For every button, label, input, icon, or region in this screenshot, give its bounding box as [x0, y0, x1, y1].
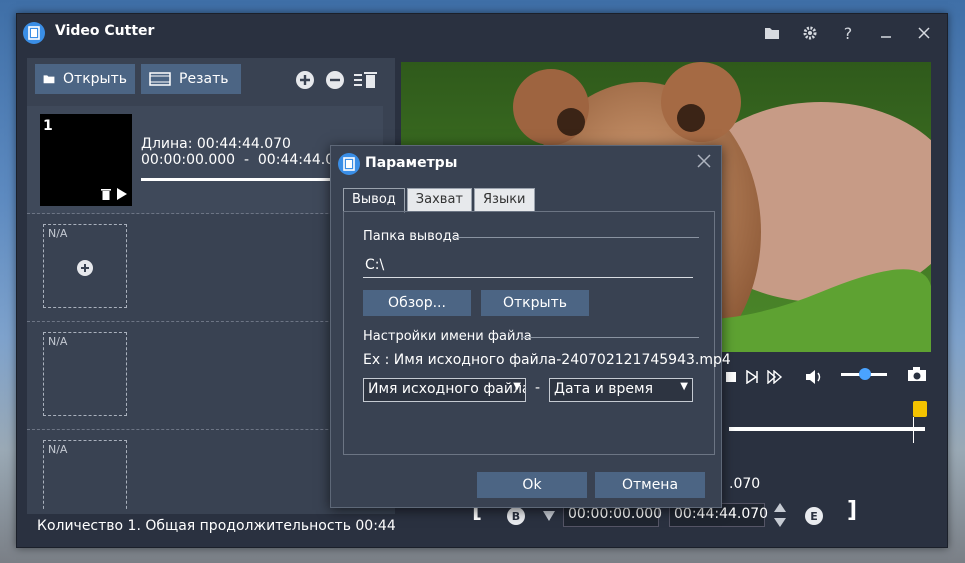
name-part2-select[interactable]: Дата и время ▼ [549, 378, 693, 402]
tab-capture[interactable]: Захват [406, 188, 472, 212]
volume-slider-knob[interactable] [859, 368, 871, 380]
timeline-marker[interactable] [913, 401, 927, 417]
empty-clip-slot[interactable]: N/A [43, 332, 127, 416]
gear-icon[interactable] [797, 20, 823, 46]
trash-icon[interactable] [101, 188, 111, 203]
start-badge-icon[interactable]: B [507, 507, 525, 525]
browse-button[interactable]: Обзор... [363, 290, 471, 316]
dialog-logo-icon [338, 153, 360, 175]
empty-slot-label: N/A [48, 335, 68, 348]
end-badge-icon[interactable]: E [805, 507, 823, 525]
cancel-button[interactable]: Отмена [595, 472, 705, 498]
clip-number: 1 [43, 118, 53, 134]
status-bar: Количество 1. Общая продолжительность 00… [37, 518, 395, 534]
chevron-down-icon: ▼ [680, 381, 688, 392]
close-icon[interactable] [911, 20, 937, 46]
clip-info: Длина: 00:44:44.070 00:00:00.000 - 00:44… [141, 136, 352, 168]
filename-example: Ex : Имя исходного файла-240702121745943… [363, 352, 731, 368]
clear-list-icon[interactable] [353, 70, 379, 90]
empty-slot-label: N/A [48, 443, 68, 456]
set-end-bracket[interactable]: ] [847, 498, 857, 523]
stop-icon[interactable] [725, 371, 737, 383]
player-controls [725, 365, 825, 389]
ok-button[interactable]: Ok [477, 472, 587, 498]
minimize-icon[interactable] [873, 20, 899, 46]
title-bar: Video Cutter ? [17, 14, 947, 52]
help-icon[interactable]: ? [835, 20, 861, 46]
open-button-label: Открыть [63, 71, 127, 87]
tab-languages[interactable]: Языки [474, 188, 535, 212]
tab-output[interactable]: Вывод [343, 188, 405, 213]
add-icon[interactable] [76, 259, 94, 277]
chevron-down-icon: ▼ [513, 381, 521, 392]
empty-slot-label: N/A [48, 227, 68, 240]
open-button[interactable]: Открыть [35, 64, 135, 94]
name-part2-value: Дата и время [554, 381, 653, 397]
clip-thumbnail[interactable]: 1 [40, 114, 132, 206]
output-folder-label: Папка вывода [363, 229, 460, 244]
cut-button-label: Резать [179, 71, 229, 87]
timeline-marker-line [913, 417, 914, 443]
name-part1-value: Имя исходного файла [368, 381, 526, 397]
remove-clip-icon[interactable] [325, 70, 345, 90]
skip-forward-icon[interactable] [767, 370, 783, 384]
dialog-title: Параметры [365, 155, 458, 171]
section-divider [453, 237, 699, 238]
play-icon[interactable] [117, 188, 127, 203]
filename-settings-label: Настройки имени файла [363, 329, 532, 344]
clip-duration: Длина: 00:44:44.070 [141, 136, 291, 152]
timeline-bar[interactable] [729, 427, 925, 431]
start-stepper-icon[interactable] [542, 510, 556, 522]
clip-range: 00:00:00.000 - 00:44:44.070 [141, 152, 352, 168]
film-icon [149, 72, 171, 86]
cut-button[interactable]: Резать [141, 64, 241, 94]
empty-clip-slot[interactable]: N/A [43, 440, 127, 510]
total-time: .070 [729, 476, 761, 492]
empty-clip-slot[interactable]: N/A [43, 224, 127, 308]
next-frame-icon[interactable] [745, 370, 759, 384]
dialog-close-icon[interactable] [697, 152, 711, 173]
open-folder-button[interactable]: Открыть [481, 290, 589, 316]
app-title: Video Cutter [55, 23, 155, 39]
settings-dialog: Параметры Вывод Захват Языки Папка вывод… [330, 145, 731, 508]
volume-icon[interactable] [805, 369, 825, 385]
folder-icon [43, 75, 55, 84]
clip-toolbar: Открыть Резать [27, 62, 387, 94]
section-divider [521, 337, 699, 338]
app-logo-icon [23, 22, 45, 44]
name-part1-select[interactable]: Имя исходного файла ▼ [363, 378, 526, 402]
camera-icon[interactable] [907, 366, 927, 382]
end-stepper-icon[interactable] [773, 502, 787, 528]
folder-icon[interactable] [759, 20, 785, 46]
dialog-tabs: Вывод Захват Языки [343, 188, 535, 213]
output-path-field[interactable]: C:\ [363, 254, 693, 278]
name-separator: - [535, 380, 541, 396]
clip-progress-bar [141, 178, 341, 181]
add-clip-icon[interactable] [295, 70, 315, 90]
